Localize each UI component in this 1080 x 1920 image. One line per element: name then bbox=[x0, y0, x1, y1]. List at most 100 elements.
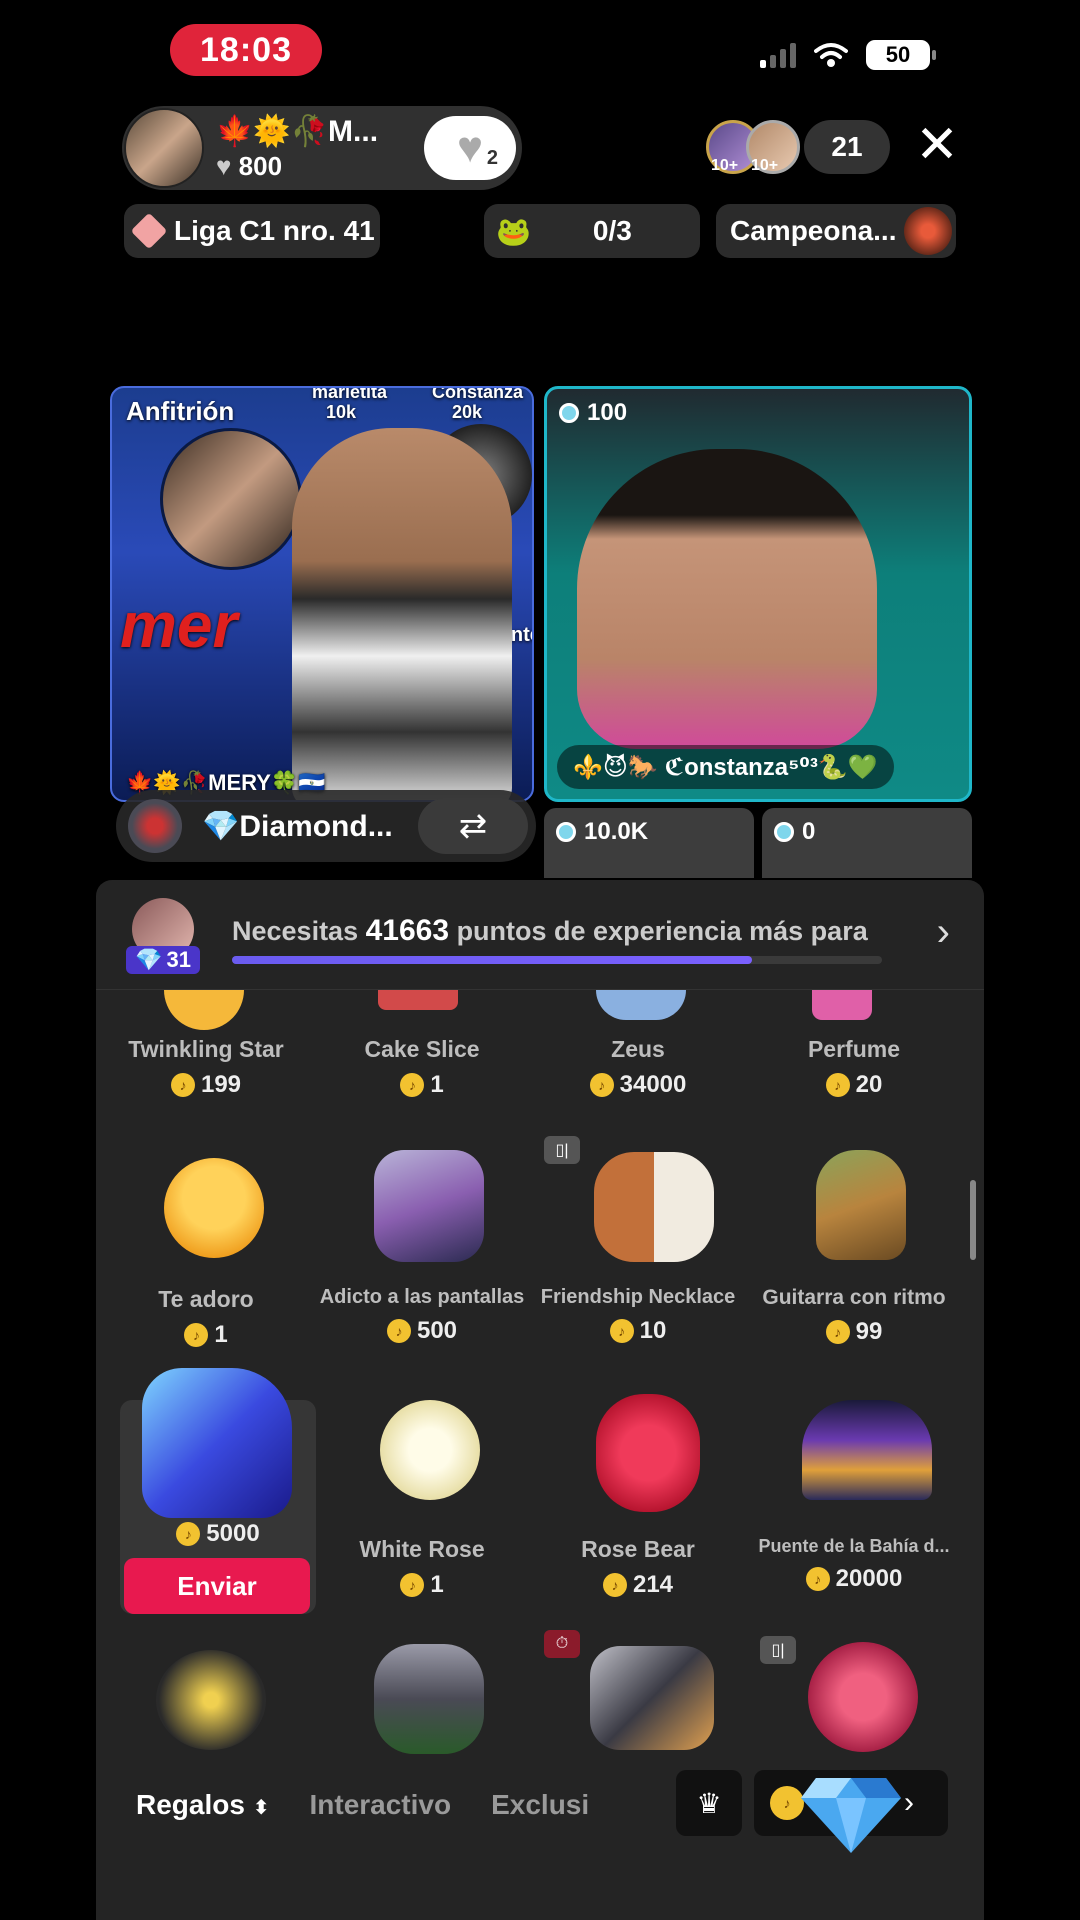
robot-gift-art bbox=[590, 1646, 714, 1750]
xp-progress bbox=[232, 956, 882, 964]
swap-icon: ⇄ bbox=[458, 807, 488, 845]
zeus-gift-art bbox=[596, 990, 686, 1020]
host-name: 🍁🌞🥀M... bbox=[216, 115, 379, 148]
send-button[interactable]: Enviar bbox=[124, 1558, 310, 1614]
coin-icon: ♪ bbox=[400, 1573, 425, 1597]
crown-icon[interactable]: ♛ bbox=[676, 1770, 742, 1836]
guest-video[interactable]: 100 ⚜️😈🐎 ℭonstanza⁵⁰³🐍💚 bbox=[544, 386, 972, 802]
coin-icon: ♪ bbox=[825, 1073, 850, 1097]
host-pill[interactable]: 🍁🌞🥀M... ♥ 800 ♥ 2 bbox=[122, 106, 522, 190]
white-rose-gift-art bbox=[380, 1400, 480, 1500]
coin-icon: ♪ bbox=[400, 1073, 425, 1097]
coin-icon: ♪ bbox=[170, 1073, 195, 1097]
co-host-avatar bbox=[128, 799, 182, 853]
score-chip[interactable]: 🐸 0/3 bbox=[484, 204, 700, 258]
signal-icon bbox=[760, 42, 796, 68]
diamond-icon bbox=[801, 1778, 901, 1853]
sparkle-gift-art bbox=[156, 1650, 266, 1750]
tab-exclusivo[interactable]: Exclusi bbox=[491, 1789, 601, 1821]
host-likes: ♥ 800 bbox=[216, 151, 283, 181]
close-icon[interactable]: ✕ bbox=[912, 119, 962, 172]
gift-item[interactable]: Zeus ♪ 34000 bbox=[532, 1036, 744, 1099]
coin-icon: ♪ bbox=[589, 1073, 614, 1097]
rose-bear-gift-art bbox=[596, 1394, 700, 1512]
cake-gift-art bbox=[378, 990, 458, 1010]
banner-text: mer bbox=[120, 589, 238, 661]
switch-button[interactable]: ⇄ bbox=[418, 798, 528, 854]
coin-icon: ♪ bbox=[602, 1573, 627, 1597]
pink-monster-gift-art bbox=[808, 1642, 918, 1752]
gift-item[interactable]: Te adoro ♪ 1 bbox=[100, 1286, 312, 1349]
frog-icon: 🐸 bbox=[496, 215, 531, 247]
gift-item[interactable]: Perfume ♪ 20 bbox=[748, 1036, 960, 1099]
gift-item[interactable]: Rose Bear ♪ 214 bbox=[532, 1536, 744, 1599]
guest-score: 100 bbox=[559, 399, 627, 427]
guest-name: ⚜️😈🐎 ℭonstanza⁵⁰³🐍💚 bbox=[557, 745, 894, 789]
coin-icon: ♪ bbox=[805, 1567, 830, 1591]
host-video[interactable]: Anfitrión marletita 10k Constanza 20k wa… bbox=[110, 386, 534, 802]
score-icon bbox=[774, 822, 794, 842]
adicto-gift-art bbox=[374, 1150, 484, 1262]
gem-icon bbox=[130, 212, 168, 250]
gift-item[interactable]: Adicto a las pantallas ♪ 500 bbox=[316, 1286, 528, 1345]
championship-chip[interactable]: Campeona... bbox=[716, 204, 956, 258]
battery-icon: 50 bbox=[866, 40, 936, 70]
gift-item[interactable]: Twinkling Star ♪ 199 bbox=[100, 1036, 312, 1099]
score-icon bbox=[559, 403, 579, 423]
wifi-icon bbox=[814, 43, 848, 67]
sort-icon: ⬍ bbox=[252, 1797, 270, 1819]
score-icon bbox=[556, 822, 576, 842]
blaster-gift-art bbox=[142, 1368, 292, 1518]
viewer-list[interactable]: 10+ 10+ 21 bbox=[706, 120, 890, 174]
co-host-pill[interactable]: 💎Diamond... ⇄ bbox=[116, 790, 536, 862]
level-badge: 💎 31 bbox=[126, 946, 200, 974]
diamond-icon: 💎 bbox=[135, 947, 163, 972]
host-avatar[interactable] bbox=[124, 108, 204, 188]
xp-progress-fill bbox=[232, 956, 752, 964]
scrollbar[interactable] bbox=[970, 1180, 976, 1260]
video-badge-icon: ▯| bbox=[544, 1136, 580, 1164]
championship-avatar bbox=[904, 207, 952, 255]
xp-message: Necesitas 41663 puntos de experiencia má… bbox=[232, 914, 868, 947]
mini-tile[interactable]: 10.0K bbox=[544, 808, 754, 878]
co-host-name: 💎Diamond... bbox=[202, 809, 393, 843]
status-icons: 50 bbox=[760, 40, 936, 70]
timer-badge-icon: ⏱ bbox=[544, 1630, 580, 1658]
mini-tile[interactable]: 0 bbox=[762, 808, 972, 878]
gift-item[interactable]: Cake Slice ♪ 1 bbox=[316, 1036, 528, 1099]
xp-row[interactable]: 💎 31 Necesitas 41663 puntos de experienci… bbox=[96, 880, 984, 990]
guest-person bbox=[577, 449, 877, 749]
coin-icon: ♪ bbox=[609, 1319, 634, 1343]
coin-icon: ♪ bbox=[184, 1323, 209, 1347]
coin-icon: ♪ bbox=[176, 1522, 201, 1546]
heart-icon: ♥ bbox=[216, 151, 232, 181]
star-gift-art bbox=[164, 990, 244, 1030]
viewer-count[interactable]: 21 bbox=[804, 120, 890, 174]
necklace-gift-art bbox=[594, 1152, 714, 1262]
league-chip[interactable]: Liga C1 nro. 41 bbox=[124, 204, 380, 258]
perfume-gift-art bbox=[812, 990, 872, 1020]
video-badge-icon: ▯| bbox=[760, 1636, 796, 1664]
coin-icon: ♪ bbox=[386, 1319, 411, 1343]
gift-panel: 💎 31 Necesitas 41663 puntos de experienci… bbox=[96, 880, 984, 1920]
gift-item[interactable]: Friendship Necklace ♪ 10 bbox=[532, 1286, 744, 1345]
viewer-avatar[interactable]: 10+ bbox=[746, 120, 800, 174]
coin-icon: ♪ bbox=[825, 1320, 850, 1344]
gorilla-gift-art bbox=[374, 1644, 484, 1754]
tab-interactivo[interactable]: Interactivo bbox=[309, 1789, 451, 1821]
gift-item[interactable]: Guitarra con ritmo ♪ 99 bbox=[748, 1286, 960, 1346]
host-person bbox=[292, 428, 512, 800]
follow-heart-button[interactable]: ♥ 2 bbox=[424, 116, 516, 180]
status-clock: 18:03 bbox=[170, 24, 322, 76]
gift-item[interactable]: Puente de la Bahía d... ♪ 20000 bbox=[748, 1536, 960, 1593]
tab-regalos[interactable]: Regalos ⬍ bbox=[136, 1789, 269, 1821]
gift-item-selected[interactable]: ♪ 5000 bbox=[112, 1520, 324, 1548]
host-label: Anfitrión bbox=[126, 396, 235, 426]
gift-item[interactable]: White Rose ♪ 1 bbox=[316, 1536, 528, 1599]
bridge-gift-art bbox=[802, 1400, 932, 1500]
host-photo bbox=[160, 428, 302, 570]
chevron-right-icon[interactable]: › bbox=[937, 910, 950, 955]
guitar-gift-art bbox=[816, 1150, 906, 1260]
te-adoro-gift-art bbox=[164, 1158, 264, 1258]
heart-outline-icon: ♥ bbox=[456, 123, 484, 172]
